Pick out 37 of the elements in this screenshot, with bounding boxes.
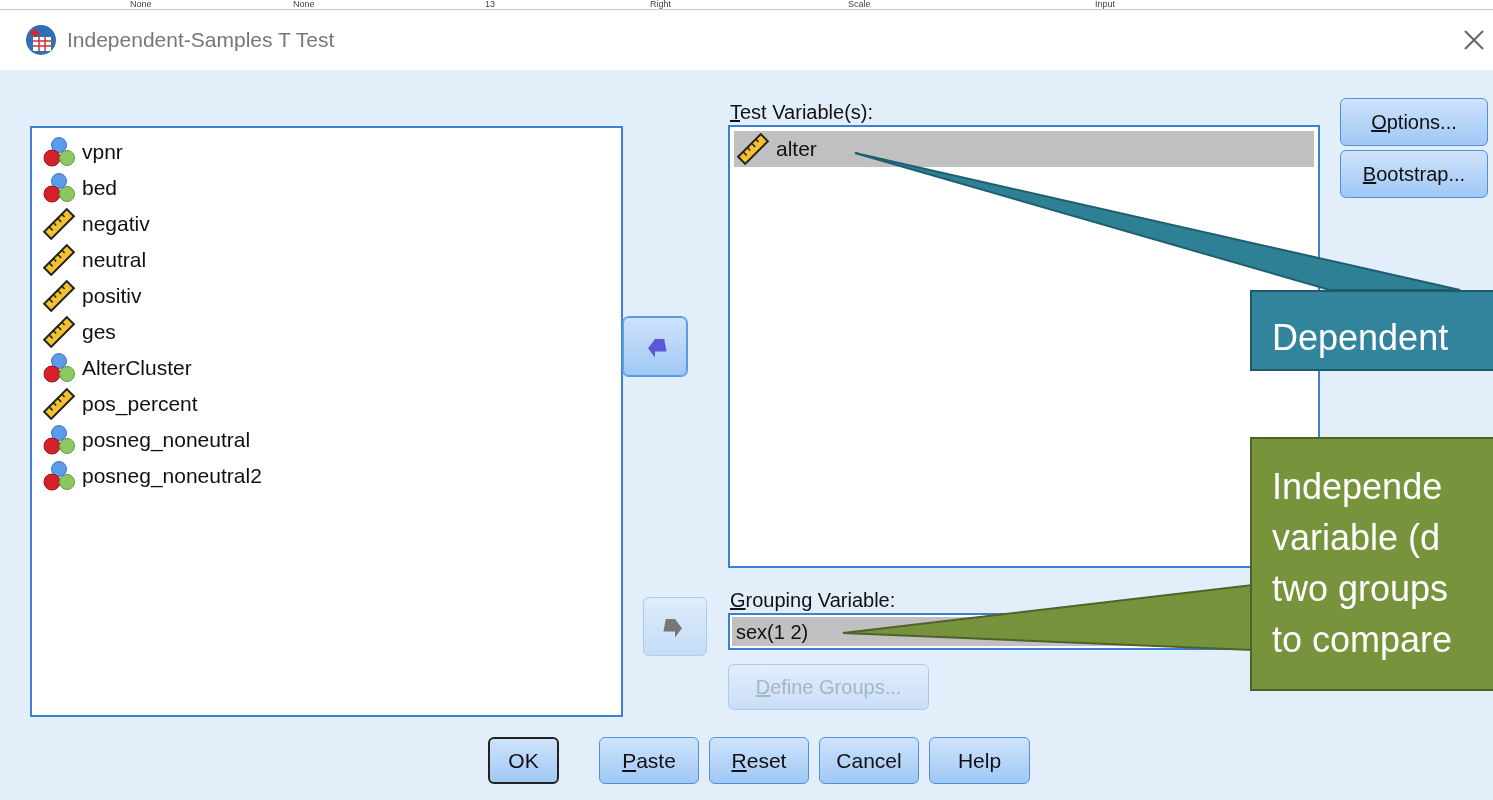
variable-item[interactable]: vpnr xyxy=(40,134,621,170)
test-variables-label: Test Variable(s): xyxy=(730,100,874,125)
callout-text: Independe variable (d two groups to compare xyxy=(1272,465,1454,662)
nominal-variable-icon xyxy=(42,424,76,456)
variable-item[interactable]: neutral xyxy=(40,242,621,278)
move-button[interactable] xyxy=(623,317,687,376)
variable-item[interactable]: negativ xyxy=(40,206,621,242)
variable-item[interactable]: AlterCluster xyxy=(40,350,621,386)
dialog-button[interactable]: Cancel xyxy=(819,737,919,784)
variable-item[interactable]: pos_percent xyxy=(40,386,621,422)
background-table-cell: 13 xyxy=(485,0,495,9)
dialog-button[interactable]: OK xyxy=(488,737,559,784)
variable-item[interactable]: ges xyxy=(40,314,621,350)
dialog-button[interactable]: Paste xyxy=(599,737,699,784)
background-table-cell: None xyxy=(130,0,152,9)
ruler-icon xyxy=(736,133,770,165)
nominal-variable-icon xyxy=(42,136,76,168)
variable-item[interactable]: alter xyxy=(734,131,1314,167)
background-table-cell: None xyxy=(293,0,315,9)
background-table-cell: Input xyxy=(1095,0,1116,9)
variable-item[interactable]: bed xyxy=(40,170,621,206)
dialog-button[interactable]: Help xyxy=(929,737,1030,784)
variable-item[interactable]: posneg_noneutral xyxy=(40,422,621,458)
window-title: Independent-Samples T Test xyxy=(67,27,335,54)
dialog-button[interactable]: Bootstrap... xyxy=(1340,150,1488,198)
dialog-button[interactable]: Options... xyxy=(1340,98,1488,146)
variable-item[interactable]: positiv xyxy=(40,278,621,314)
callout-text: Dependent xyxy=(1272,316,1450,360)
app-icon xyxy=(24,23,58,57)
nominal-variable-icon xyxy=(42,352,76,384)
nominal-variable-icon xyxy=(42,460,76,492)
dialog-button[interactable]: Reset xyxy=(709,737,809,784)
nominal-variable-icon xyxy=(42,172,76,204)
variable-item[interactable]: posneg_noneutral2 xyxy=(40,458,621,494)
background-table-cell: Right xyxy=(650,0,671,9)
close-icon[interactable] xyxy=(1463,29,1485,51)
background-table-cell: Scale xyxy=(848,0,871,9)
